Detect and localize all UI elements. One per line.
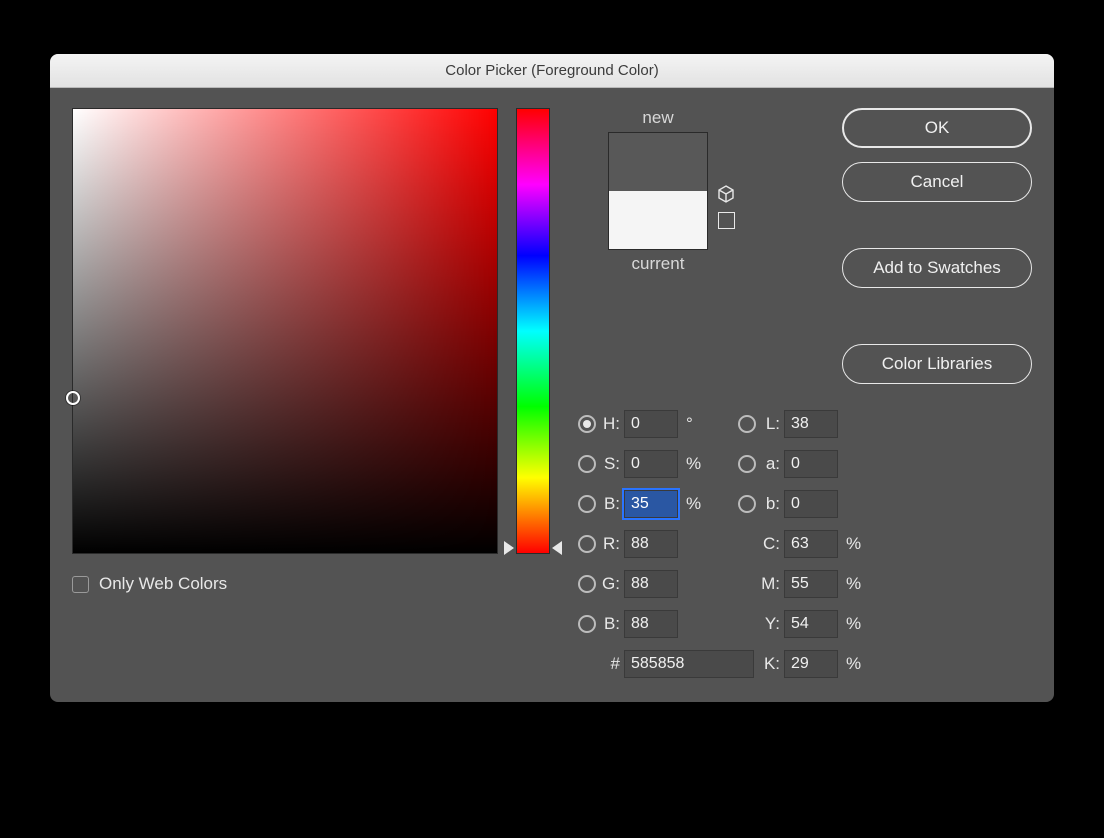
color-preview-swatch <box>608 132 708 250</box>
square-icon[interactable] <box>718 212 735 229</box>
input-b-rgb[interactable] <box>624 610 678 638</box>
input-r[interactable] <box>624 530 678 558</box>
input-m[interactable] <box>784 570 838 598</box>
dialog-titlebar[interactable]: Color Picker (Foreground Color) <box>50 54 1054 88</box>
radio-r[interactable] <box>578 535 596 553</box>
radio-g[interactable] <box>578 575 596 593</box>
input-c[interactable] <box>784 530 838 558</box>
radio-s[interactable] <box>578 455 596 473</box>
hue-arrow-right-icon <box>552 541 562 555</box>
label-l: L: <box>760 414 784 434</box>
input-a[interactable] <box>784 450 838 478</box>
only-web-colors-label: Only Web Colors <box>99 574 227 594</box>
input-s[interactable] <box>624 450 678 478</box>
unit-h: ° <box>680 414 704 434</box>
label-r: R: <box>600 534 624 554</box>
label-h: H: <box>600 414 624 434</box>
label-y: Y: <box>760 614 784 634</box>
label-hex: # <box>600 654 624 674</box>
color-picker-dialog: Color Picker (Foreground Color) Only Web… <box>50 54 1054 702</box>
label-g: G: <box>600 574 624 594</box>
radio-l[interactable] <box>738 415 756 433</box>
cancel-button[interactable]: Cancel <box>842 162 1032 202</box>
radio-h[interactable] <box>578 415 596 433</box>
hue-arrow-left-icon <box>504 541 514 555</box>
input-g[interactable] <box>624 570 678 598</box>
hue-slider[interactable] <box>516 108 550 554</box>
input-y[interactable] <box>784 610 838 638</box>
label-c: C: <box>760 534 784 554</box>
unit-k: % <box>840 654 864 674</box>
unit-m: % <box>840 574 864 594</box>
unit-y: % <box>840 614 864 634</box>
saturation-brightness-field[interactable] <box>72 108 498 554</box>
label-s: S: <box>600 454 624 474</box>
radio-a[interactable] <box>738 455 756 473</box>
preview-new-label: new <box>642 108 673 128</box>
radio-b-rgb[interactable] <box>578 615 596 633</box>
radio-b-lab[interactable] <box>738 495 756 513</box>
ok-button[interactable]: OK <box>842 108 1032 148</box>
input-l[interactable] <box>784 410 838 438</box>
label-b-lab: b: <box>760 494 784 514</box>
unit-s: % <box>680 454 704 474</box>
input-b-lab[interactable] <box>784 490 838 518</box>
radio-b-hsb[interactable] <box>578 495 596 513</box>
sv-cursor[interactable] <box>66 391 80 405</box>
unit-b-hsb: % <box>680 494 704 514</box>
preview-current-label: current <box>632 254 685 274</box>
dialog-title: Color Picker (Foreground Color) <box>445 62 658 79</box>
label-a: a: <box>760 454 784 474</box>
preview-new-color <box>609 133 707 191</box>
input-k[interactable] <box>784 650 838 678</box>
input-hex[interactable] <box>624 650 754 678</box>
label-k: K: <box>760 654 784 674</box>
preview-current-color[interactable] <box>609 191 707 249</box>
input-b-hsb[interactable] <box>624 490 678 518</box>
cube-icon[interactable] <box>716 184 736 204</box>
add-to-swatches-button[interactable]: Add to Swatches <box>842 248 1032 288</box>
label-b-hsb: B: <box>600 494 624 514</box>
color-libraries-button[interactable]: Color Libraries <box>842 344 1032 384</box>
label-b-rgb: B: <box>600 614 624 634</box>
label-m: M: <box>760 574 784 594</box>
only-web-colors-checkbox[interactable] <box>72 576 89 593</box>
unit-c: % <box>840 534 864 554</box>
input-h[interactable] <box>624 410 678 438</box>
